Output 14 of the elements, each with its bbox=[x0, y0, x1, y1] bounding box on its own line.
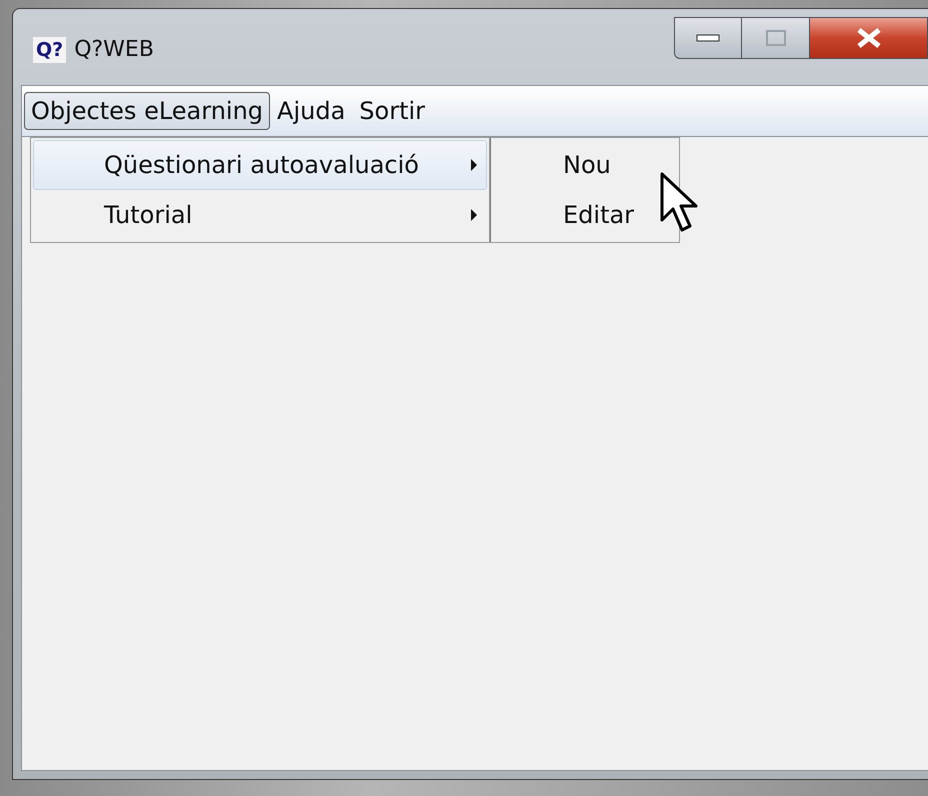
app-icon: Q? bbox=[33, 37, 66, 63]
maximize-icon bbox=[764, 29, 786, 47]
menu-item[interactable]: Sortir bbox=[352, 92, 432, 130]
menu-item[interactable]: Ajuda bbox=[270, 92, 352, 130]
close-icon bbox=[856, 27, 882, 49]
window-title: Q?WEB bbox=[74, 37, 154, 62]
close-button[interactable] bbox=[810, 17, 928, 59]
menu-item[interactable]: Objectes eLearning bbox=[24, 92, 270, 130]
menu-item[interactable]: Qüestionari autoavaluació bbox=[33, 140, 487, 190]
maximize-button[interactable] bbox=[742, 17, 810, 59]
menu-item[interactable]: Nou bbox=[493, 140, 677, 190]
minimize-button[interactable] bbox=[674, 17, 742, 59]
menu-item[interactable]: Tutorial bbox=[33, 190, 487, 240]
minimize-icon bbox=[696, 33, 720, 43]
